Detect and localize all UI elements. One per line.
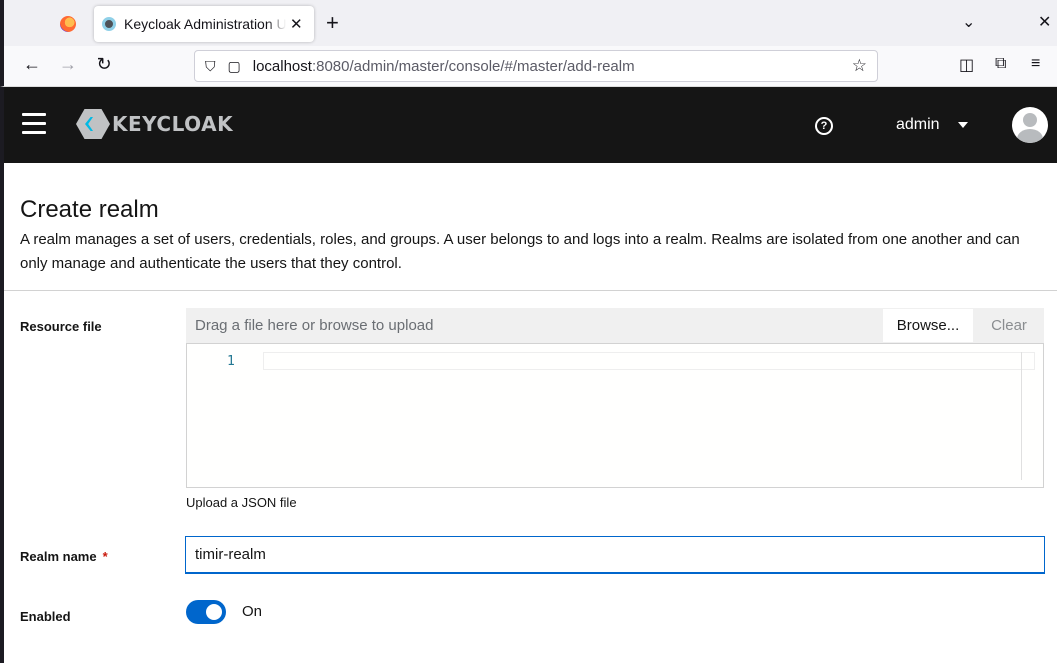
line-number: 1: [227, 354, 235, 369]
divider: [4, 290, 1057, 291]
tab-close-icon[interactable]: ✕: [290, 15, 303, 33]
clear-button[interactable]: Clear: [974, 308, 1044, 343]
keycloak-favicon-icon: [102, 17, 116, 31]
enabled-label: Enabled: [20, 609, 71, 624]
window-close-icon[interactable]: ✕: [1038, 12, 1051, 32]
enabled-state-text: On: [242, 603, 263, 620]
help-icon[interactable]: ?: [815, 117, 833, 135]
page-info-icon[interactable]: ▢: [228, 58, 241, 75]
file-upload: Drag a file here or browse to upload Bro…: [186, 308, 1044, 343]
page-title: Create realm: [20, 196, 159, 223]
browser-tab-active[interactable]: Keycloak Administration UI ✕: [94, 6, 314, 42]
shield-icon[interactable]: ⛉: [205, 58, 216, 75]
required-indicator: *: [102, 549, 108, 564]
hamburger-menu-icon[interactable]: [22, 113, 46, 135]
browse-button[interactable]: Browse...: [882, 308, 974, 343]
realm-name-input[interactable]: [185, 536, 1045, 574]
list-tabs-chevron-icon[interactable]: ⌄: [962, 12, 975, 32]
enabled-toggle[interactable]: [186, 600, 226, 624]
bookmark-star-icon[interactable]: ☆: [852, 56, 867, 76]
back-arrow-icon[interactable]: ←: [20, 54, 44, 75]
forward-arrow-icon[interactable]: →: [56, 54, 80, 75]
firefox-icon: [60, 16, 76, 32]
pocket-icon[interactable]: ◫: [959, 55, 974, 75]
browser-nav-bar: ← → ↻ ⛉ ▢ localhost:8080/admin/master/co…: [0, 46, 1057, 87]
tab-title: Keycloak Administration UI: [124, 16, 286, 32]
current-line-highlight: [263, 352, 1035, 370]
realm-name-label: Realm name *: [20, 549, 108, 564]
helper-text: Upload a JSON file: [186, 495, 297, 510]
app-menu-icon[interactable]: ≡: [1031, 55, 1040, 73]
json-editor[interactable]: 1: [186, 343, 1044, 488]
new-tab-button[interactable]: +: [326, 10, 339, 36]
firefox-tab[interactable]: [48, 8, 88, 40]
editor-scrollbar[interactable]: [1021, 352, 1022, 480]
user-name: admin: [896, 116, 940, 133]
main-content: Create realm A realm manages a set of us…: [4, 163, 1057, 663]
keycloak-hex-icon: [76, 109, 110, 139]
reload-icon[interactable]: ↻: [92, 54, 116, 75]
page-description: A realm manages a set of users, credenti…: [20, 231, 1020, 272]
file-drop-input[interactable]: Drag a file here or browse to upload: [186, 308, 882, 343]
realm-name-label-text: Realm name: [20, 549, 97, 564]
extensions-icon[interactable]: ⧉: [995, 55, 1006, 73]
avatar[interactable]: [1012, 107, 1048, 143]
resource-file-label: Resource file: [20, 319, 102, 334]
user-dropdown[interactable]: admin: [896, 116, 968, 134]
brand-name: KEYCLOAK: [112, 112, 234, 136]
keycloak-logo[interactable]: KEYCLOAK: [76, 109, 233, 139]
app-header: KEYCLOAK ? admin: [0, 87, 1057, 163]
browser-tab-bar: Keycloak Administration UI ✕ + ⌄ ✕: [0, 0, 1057, 46]
caret-down-icon: [957, 122, 968, 128]
address-bar[interactable]: ⛉ ▢ localhost:8080/admin/master/console/…: [194, 50, 878, 82]
url-text[interactable]: localhost:8080/admin/master/console/#/ma…: [253, 58, 852, 75]
